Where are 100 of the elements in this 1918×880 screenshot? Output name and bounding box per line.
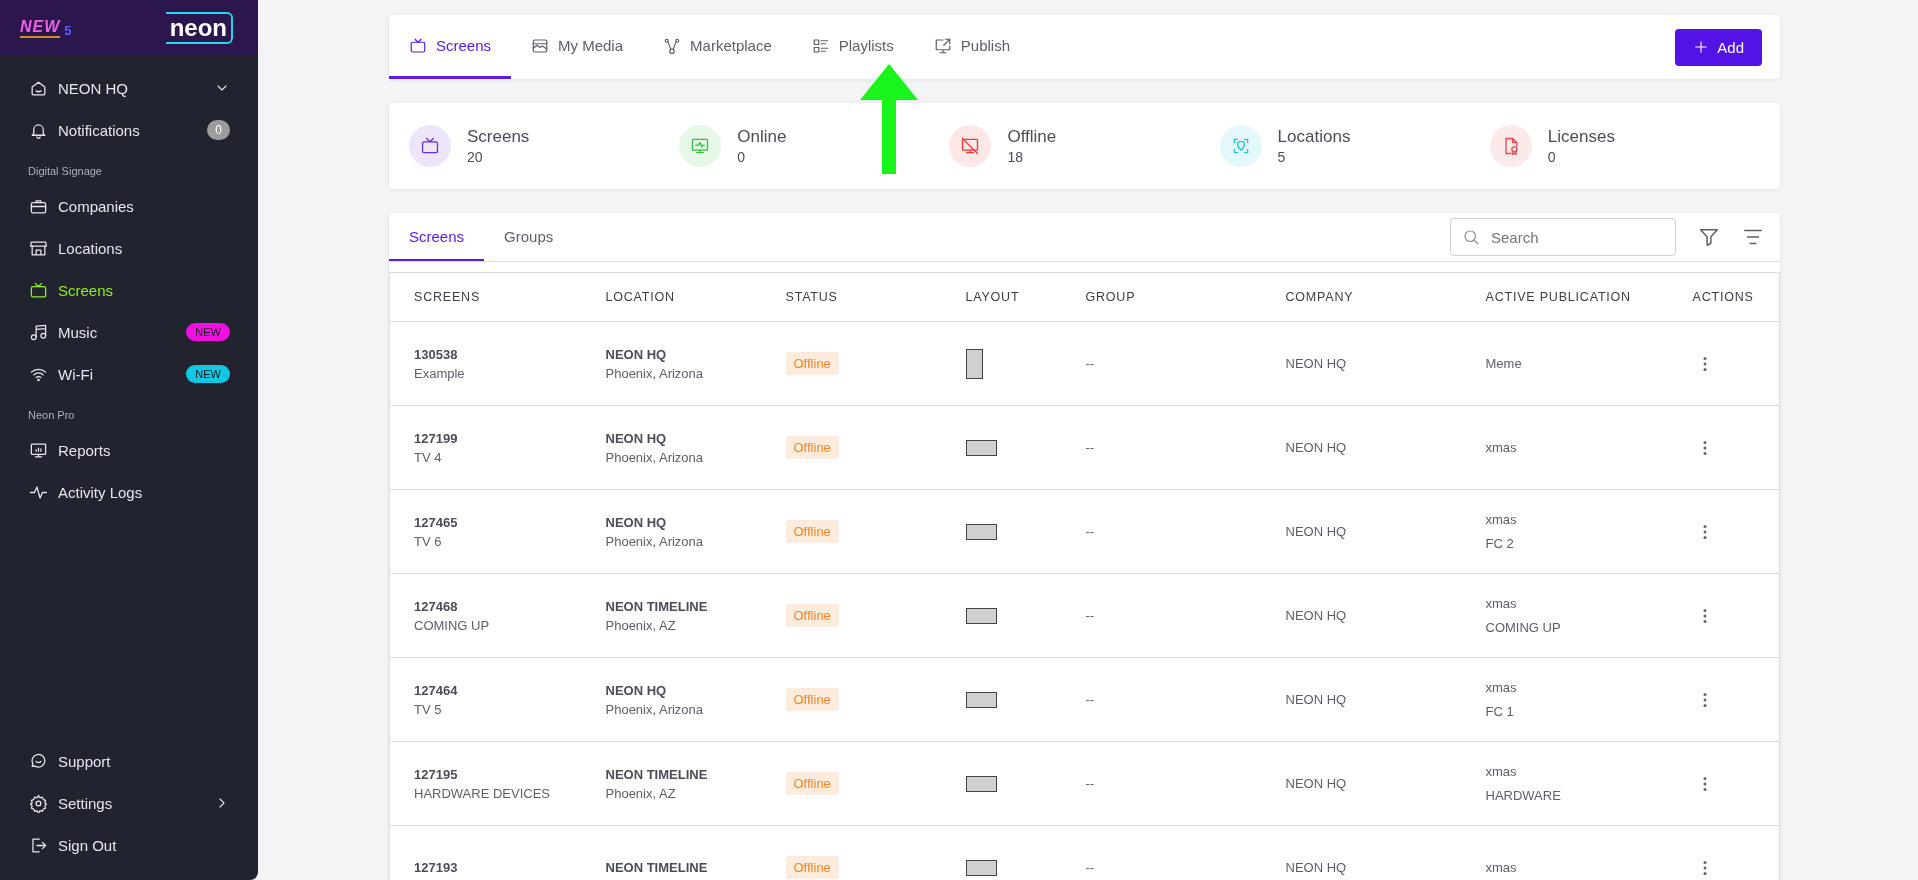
sidebar-item[interactable]: Companies (0, 185, 258, 227)
sidebar-item[interactable]: Music NEW (0, 311, 258, 353)
company-cell: NEON HQ (1285, 860, 1347, 875)
monitor-slash-icon (960, 136, 981, 156)
location-name: NEON TIMELINE (605, 766, 709, 782)
monitor-pulse-icon (690, 136, 711, 156)
location-city: Phoenix, Arizona (605, 701, 705, 717)
screen-name: TV 5 (414, 701, 443, 717)
list-tab[interactable]: Groups (484, 213, 574, 261)
nav-tab[interactable]: Screens (389, 15, 512, 79)
group-cell: -- (1085, 356, 1095, 371)
screen-id: 127199 (414, 430, 459, 446)
section-label: Digital Signage (27, 164, 103, 179)
location-name: NEON TIMELINE (605, 860, 709, 875)
location-city: Phoenix, Arizona (605, 533, 705, 549)
sidebar-item[interactable]: Activity Logs (0, 471, 258, 513)
nodes-icon (663, 36, 682, 55)
location-name: NEON HQ (605, 346, 668, 362)
column-header: LOCATION (581, 272, 762, 322)
column-header: GROUP (1061, 272, 1262, 322)
publication-name: HARDWARE (1485, 786, 1562, 805)
tv-icon (29, 280, 48, 300)
stat-value: 0 (737, 149, 746, 165)
stat-label: Licenses (1547, 127, 1615, 147)
stat-label: Locations (1277, 127, 1351, 147)
column-header: ACTIVE PUBLICATION (1461, 272, 1669, 322)
status-badge: Offline (785, 856, 839, 879)
screen-id: 127465 (414, 514, 459, 530)
location-city: Phoenix, Arizona (605, 365, 705, 381)
location-city: Phoenix, Arizona (605, 449, 705, 465)
publication-name: xmas (1485, 678, 1518, 697)
sidebar-item[interactable]: Support (0, 740, 258, 782)
notifications-link[interactable]: Notifications 0 (0, 109, 258, 151)
screen-name: TV 6 (414, 533, 443, 549)
add-button[interactable]: Add (1675, 28, 1762, 66)
sidebar-item[interactable]: Locations (0, 227, 258, 269)
company-cell: NEON HQ (1285, 776, 1347, 791)
screen-name: Example (414, 365, 466, 381)
banner-number: 5 (64, 22, 72, 38)
group-cell: -- (1085, 776, 1095, 791)
search-field[interactable]: Search (1450, 218, 1676, 256)
status-badge: Offline (785, 688, 839, 711)
column-header: COMPANY (1261, 272, 1462, 322)
screen-id: 127193 (414, 860, 459, 875)
count-badge: 0 (207, 120, 230, 140)
nav-tab[interactable]: My Media (511, 15, 644, 79)
sidebar-item[interactable]: Settings (0, 782, 258, 824)
company-cell: NEON HQ (1285, 356, 1347, 371)
status-badge: Offline (785, 772, 839, 795)
publication-name: xmas (1485, 762, 1518, 781)
stat-label: Online (737, 127, 787, 147)
stat-label: Offline (1007, 127, 1057, 147)
monitor-share-icon (933, 36, 952, 55)
publication-name: COMING UP (1485, 618, 1562, 637)
sidebar-item[interactable]: Wi-Fi NEW (0, 353, 258, 395)
location-name: NEON HQ (605, 682, 668, 698)
settings-icon (29, 793, 48, 813)
group-cell: -- (1085, 608, 1095, 623)
sidebar-item[interactable]: Reports (0, 429, 258, 471)
location-city: Phoenix, AZ (605, 617, 677, 633)
screen-id: 130538 (414, 346, 459, 362)
status-badge: Offline (785, 520, 839, 543)
banner-title: NEW (20, 17, 61, 38)
nav-tab[interactable]: Playlists (791, 15, 914, 79)
nav-tab[interactable]: Publish (913, 15, 1030, 79)
screen-id: 127195 (414, 766, 459, 782)
sidebar-item[interactable]: Screens (0, 269, 258, 311)
publication-name: xmas (1485, 438, 1518, 457)
publication-name: xmas (1485, 510, 1518, 529)
sidebar-item[interactable]: Sign Out (0, 824, 258, 866)
list-icon (811, 36, 830, 55)
screen-id: 127464 (414, 682, 459, 698)
status-badge: Offline (785, 352, 839, 375)
music-note-icon (29, 322, 48, 342)
list-tab[interactable]: Screens (389, 213, 485, 261)
nav-tab[interactable]: Marketplace (643, 15, 792, 79)
location-name: NEON HQ (605, 514, 668, 530)
screen-name: TV 4 (414, 449, 443, 465)
publication-name: FC 2 (1485, 534, 1515, 553)
stat-value: 20 (467, 149, 484, 165)
column-header: ACTIONS (1668, 272, 1780, 322)
tv-icon (409, 36, 427, 55)
stat-value: 0 (1547, 149, 1557, 165)
publication-name: FC 1 (1485, 702, 1515, 721)
location-name: NEON TIMELINE (605, 598, 709, 614)
image-icon (531, 36, 550, 55)
company-cell: NEON HQ (1285, 608, 1347, 623)
new-badge: NEW (186, 323, 230, 341)
screen-id: 127468 (414, 598, 459, 614)
status-badge: Offline (785, 436, 839, 459)
account-selector[interactable]: NEON HQ (0, 67, 258, 109)
screen-name: COMING UP (414, 617, 491, 633)
publication-name: xmas (1485, 858, 1518, 877)
filter-icon (1698, 226, 1720, 248)
tv-icon (420, 136, 440, 156)
stat-value: 18 (1007, 149, 1024, 165)
logo: neon (165, 11, 233, 44)
group-cell: -- (1085, 440, 1095, 455)
plus-icon (1693, 39, 1710, 55)
publication-name: xmas (1485, 594, 1518, 613)
